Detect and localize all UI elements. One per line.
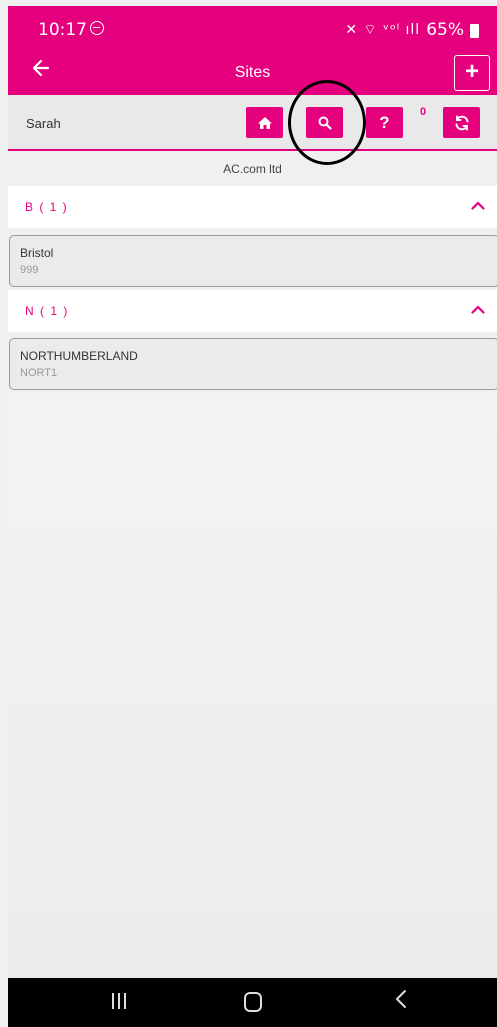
group-header-n[interactable]: N ( 1 ) [8,290,497,332]
site-item-bristol[interactable]: Bristol 999 [9,235,497,287]
page-title: Sites [234,64,271,81]
user-name: Sarah [26,116,61,131]
group-header-b[interactable]: B ( 1 ) [8,186,497,228]
empty-list-area [8,392,497,978]
chevron-up-icon [471,201,485,210]
site-code: 999 [20,264,39,276]
home-nav-icon[interactable] [244,992,262,1012]
notification-badge: 0 [420,106,427,118]
status-bar: 10:17 ✕ ⌔ ᵛᵒˡ ıll 65% [8,6,497,50]
home-button[interactable] [246,107,283,138]
app-bar: Sites + [8,50,497,95]
site-name: NORTHUMBERLAND [20,349,138,363]
highlight-circle-annotation [288,80,366,165]
home-icon [257,116,272,129]
chevron-up-icon [471,305,485,314]
header: 10:17 ✕ ⌔ ᵛᵒˡ ıll 65% Sites + [8,6,497,95]
battery-percent: 65% [426,20,464,40]
battery-icon [470,24,479,38]
system-nav-bar [8,978,497,1027]
recent-apps-icon[interactable] [112,993,130,1014]
do-not-disturb-icon [90,21,104,35]
group-label: N ( 1 ) [25,304,69,318]
site-name: Bristol [20,246,54,260]
group-label: B ( 1 ) [25,200,69,214]
signal-icons: ✕ ⌔ ᵛᵒˡ ıll [345,22,421,38]
help-button[interactable]: ? [366,107,403,138]
site-item-northumberland[interactable]: NORTHUMBERLAND NORT1 [9,338,497,390]
status-time: 10:17 [38,20,87,40]
refresh-icon [455,115,468,130]
back-nav-icon[interactable] [394,988,408,1014]
company-name: AC.com ltd [223,162,282,176]
phone-screen: 10:17 ✕ ⌔ ᵛᵒˡ ıll 65% Sites + Sarah ? 0 … [0,0,497,1027]
site-code: NORT1 [20,367,58,379]
toolbar: Sarah ? 0 [8,95,497,151]
status-right: ✕ ⌔ ᵛᵒˡ ıll 65% [345,20,479,40]
add-site-button[interactable]: + [454,55,490,91]
refresh-button[interactable] [443,107,480,138]
